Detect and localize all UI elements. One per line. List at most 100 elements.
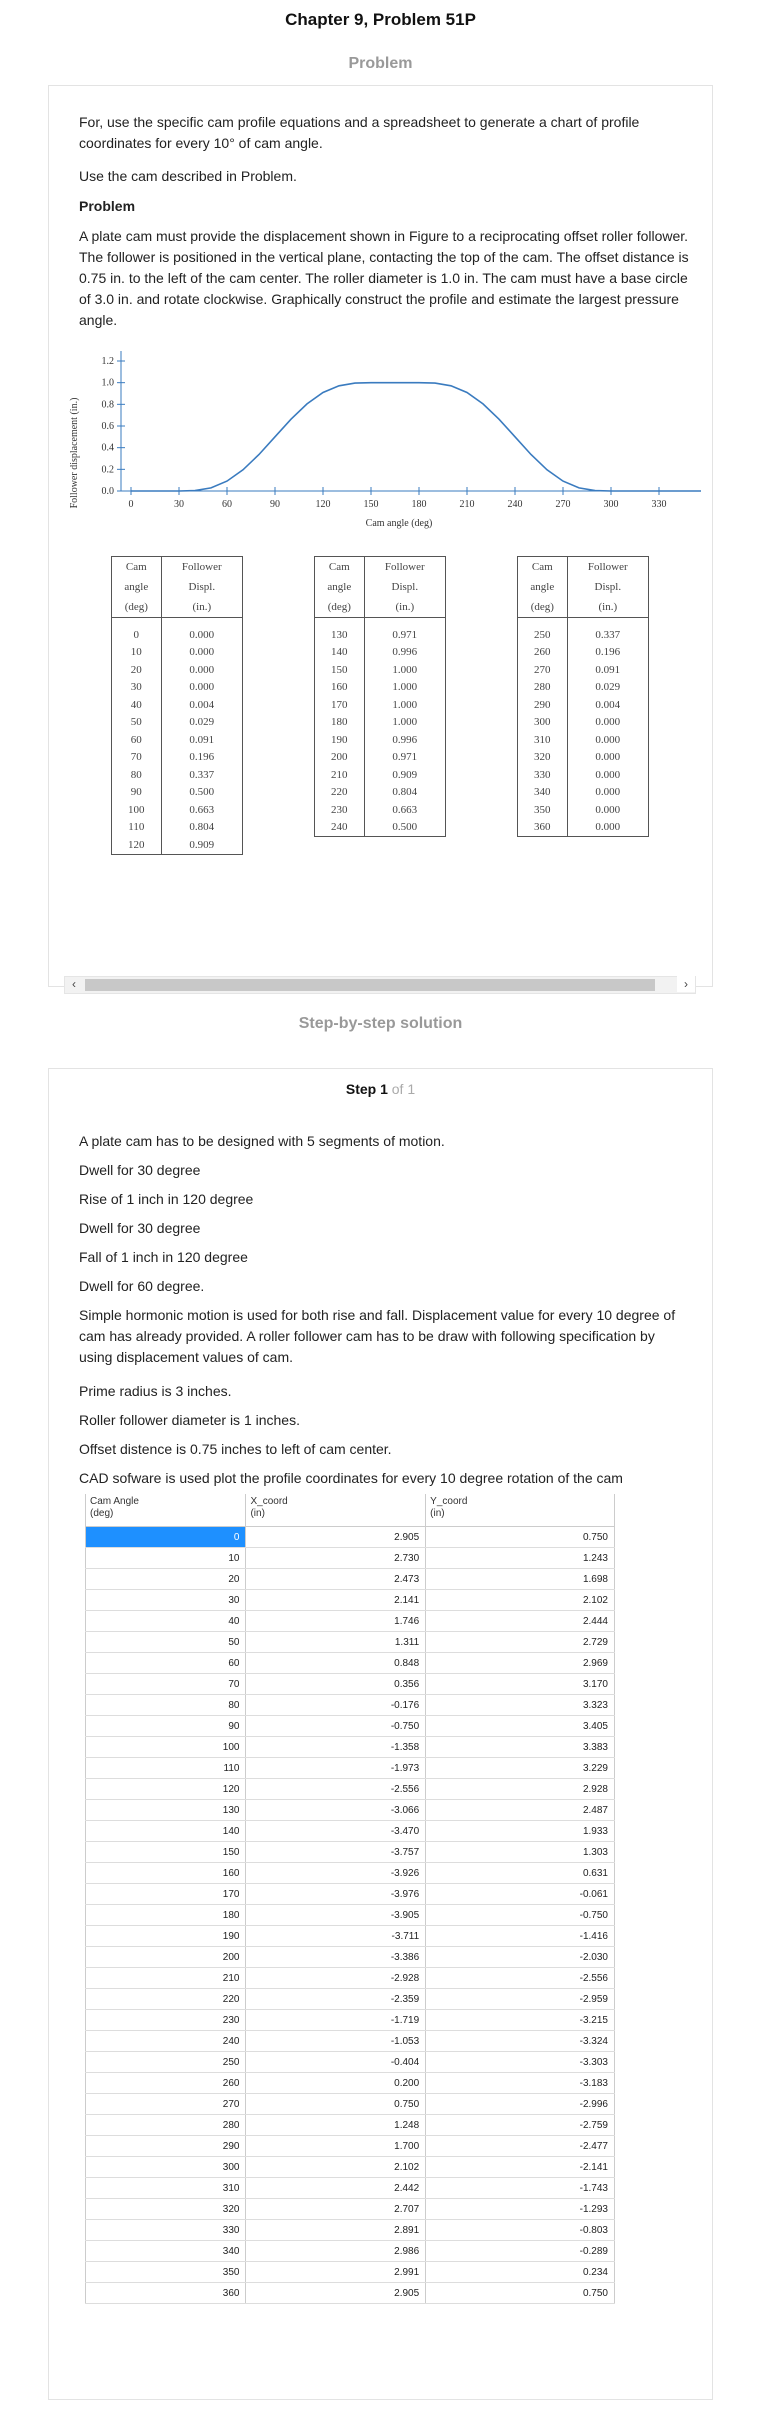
scrollbar-thumb[interactable] [85, 979, 655, 991]
cam-angle-cell[interactable]: 160 [85, 1862, 247, 1884]
cam-angle-cell[interactable]: 250 [85, 2051, 247, 2073]
table-row[interactable]: 190 -3.711 -1.416 [85, 1925, 615, 1947]
cam-angle-cell[interactable]: 310 [85, 2177, 247, 2199]
table-row[interactable]: 330 2.891 -0.803 [85, 2219, 615, 2241]
cam-angle-cell[interactable]: 290 [85, 2135, 247, 2157]
x-coord-cell[interactable]: 0.356 [245, 1673, 427, 1695]
table-row[interactable]: 310 2.442 -1.743 [85, 2177, 615, 2199]
cam-angle-cell[interactable]: 50 [85, 1631, 247, 1653]
x-coord-cell[interactable]: 2.905 [245, 2282, 427, 2304]
y-coord-cell[interactable]: -2.996 [425, 2093, 615, 2115]
cam-angle-cell[interactable]: 10 [85, 1547, 247, 1569]
y-coord-cell[interactable]: -2.556 [425, 1967, 615, 1989]
cam-angle-cell[interactable]: 40 [85, 1610, 247, 1632]
table-row[interactable]: 250 -0.404 -3.303 [85, 2051, 615, 2073]
cam-angle-cell[interactable]: 70 [85, 1673, 247, 1695]
cam-angle-cell[interactable]: 130 [85, 1799, 247, 1821]
y-coord-cell[interactable]: 1.243 [425, 1547, 615, 1569]
x-coord-cell[interactable]: 0.200 [245, 2072, 427, 2094]
table-row[interactable]: 20 2.473 1.698 [85, 1568, 615, 1590]
y-coord-cell[interactable]: 2.102 [425, 1589, 615, 1611]
table-row[interactable]: 110 -1.973 3.229 [85, 1757, 615, 1779]
table-row[interactable]: 230 -1.719 -3.215 [85, 2009, 615, 2031]
x-coord-cell[interactable]: -3.926 [245, 1862, 427, 1884]
table-row[interactable]: 350 2.991 0.234 [85, 2261, 615, 2283]
cam-angle-cell[interactable]: 150 [85, 1841, 247, 1863]
x-coord-cell[interactable]: -2.556 [245, 1778, 427, 1800]
cam-angle-cell[interactable]: 300 [85, 2156, 247, 2178]
table-row[interactable]: 90 -0.750 3.405 [85, 1715, 615, 1737]
table-row[interactable]: 220 -2.359 -2.959 [85, 1988, 615, 2010]
cam-angle-cell[interactable]: 140 [85, 1820, 247, 1842]
table-row[interactable]: 290 1.700 -2.477 [85, 2135, 615, 2157]
y-coord-cell[interactable]: -3.183 [425, 2072, 615, 2094]
table-row[interactable]: 170 -3.976 -0.061 [85, 1883, 615, 1905]
y-coord-cell[interactable]: -3.303 [425, 2051, 615, 2073]
table-row[interactable]: 40 1.746 2.444 [85, 1610, 615, 1632]
x-coord-cell[interactable]: 2.730 [245, 1547, 427, 1569]
y-coord-cell[interactable]: 2.969 [425, 1652, 615, 1674]
y-coord-cell[interactable]: 3.170 [425, 1673, 615, 1695]
x-coord-cell[interactable]: 0.750 [245, 2093, 427, 2115]
table-row[interactable]: 180 -3.905 -0.750 [85, 1904, 615, 1926]
x-coord-cell[interactable]: 2.473 [245, 1568, 427, 1590]
x-coord-cell[interactable]: 2.442 [245, 2177, 427, 2199]
cam-angle-cell[interactable]: 110 [85, 1757, 247, 1779]
x-coord-cell[interactable]: 0.848 [245, 1652, 427, 1674]
x-coord-cell[interactable]: -3.976 [245, 1883, 427, 1905]
cam-angle-cell[interactable]: 170 [85, 1883, 247, 1905]
cam-angle-cell[interactable]: 80 [85, 1694, 247, 1716]
y-coord-cell[interactable]: 1.698 [425, 1568, 615, 1590]
table-row[interactable]: 360 2.905 0.750 [85, 2282, 615, 2304]
table-row[interactable]: 130 -3.066 2.487 [85, 1799, 615, 1821]
y-coord-cell[interactable]: -1.743 [425, 2177, 615, 2199]
y-coord-cell[interactable]: -2.141 [425, 2156, 615, 2178]
cam-angle-cell[interactable]: 240 [85, 2030, 247, 2052]
x-coord-cell[interactable]: 2.991 [245, 2261, 427, 2283]
cam-angle-cell[interactable]: 360 [85, 2282, 247, 2304]
table-row[interactable]: 140 -3.470 1.933 [85, 1820, 615, 1842]
table-row[interactable]: 150 -3.757 1.303 [85, 1841, 615, 1863]
y-coord-cell[interactable]: -0.289 [425, 2240, 615, 2262]
cam-angle-cell[interactable]: 340 [85, 2240, 247, 2262]
cam-angle-cell[interactable]: 210 [85, 1967, 247, 1989]
table-row[interactable]: 320 2.707 -1.293 [85, 2198, 615, 2220]
y-coord-cell[interactable]: 0.631 [425, 1862, 615, 1884]
cam-angle-cell[interactable]: 100 [85, 1736, 247, 1758]
y-coord-cell[interactable]: -3.215 [425, 2009, 615, 2031]
cam-angle-cell[interactable]: 270 [85, 2093, 247, 2115]
cam-angle-cell[interactable]: 230 [85, 2009, 247, 2031]
x-coord-cell[interactable]: -0.750 [245, 1715, 427, 1737]
table-row[interactable]: 0 2.905 0.750 [85, 1526, 615, 1548]
y-coord-cell[interactable]: -0.803 [425, 2219, 615, 2241]
x-coord-cell[interactable]: 1.248 [245, 2114, 427, 2136]
table-row[interactable]: 200 -3.386 -2.030 [85, 1946, 615, 1968]
cam-angle-cell[interactable]: 200 [85, 1946, 247, 1968]
table-row[interactable]: 80 -0.176 3.323 [85, 1694, 615, 1716]
x-coord-cell[interactable]: -1.358 [245, 1736, 427, 1758]
y-coord-cell[interactable]: 3.405 [425, 1715, 615, 1737]
y-coord-cell[interactable]: -2.477 [425, 2135, 615, 2157]
x-coord-cell[interactable]: -3.757 [245, 1841, 427, 1863]
y-coord-cell[interactable]: -1.416 [425, 1925, 615, 1947]
x-coord-cell[interactable]: -0.404 [245, 2051, 427, 2073]
table-row[interactable]: 100 -1.358 3.383 [85, 1736, 615, 1758]
horizontal-scrollbar[interactable]: ‹ › [64, 976, 696, 994]
cam-angle-cell[interactable]: 350 [85, 2261, 247, 2283]
table-row[interactable]: 10 2.730 1.243 [85, 1547, 615, 1569]
y-coord-cell[interactable]: 3.383 [425, 1736, 615, 1758]
y-coord-cell[interactable]: 2.729 [425, 1631, 615, 1653]
x-coord-cell[interactable]: -1.053 [245, 2030, 427, 2052]
x-coord-cell[interactable]: -1.973 [245, 1757, 427, 1779]
x-coord-cell[interactable]: 1.311 [245, 1631, 427, 1653]
y-coord-cell[interactable]: 3.323 [425, 1694, 615, 1716]
y-coord-cell[interactable]: 1.303 [425, 1841, 615, 1863]
cam-angle-cell[interactable]: 330 [85, 2219, 247, 2241]
x-coord-cell[interactable]: 1.700 [245, 2135, 427, 2157]
cam-angle-cell[interactable]: 320 [85, 2198, 247, 2220]
x-coord-cell[interactable]: -0.176 [245, 1694, 427, 1716]
x-coord-cell[interactable]: -3.711 [245, 1925, 427, 1947]
x-coord-cell[interactable]: 2.102 [245, 2156, 427, 2178]
cam-angle-cell[interactable]: 0 [85, 1526, 247, 1548]
cam-angle-cell[interactable]: 30 [85, 1589, 247, 1611]
